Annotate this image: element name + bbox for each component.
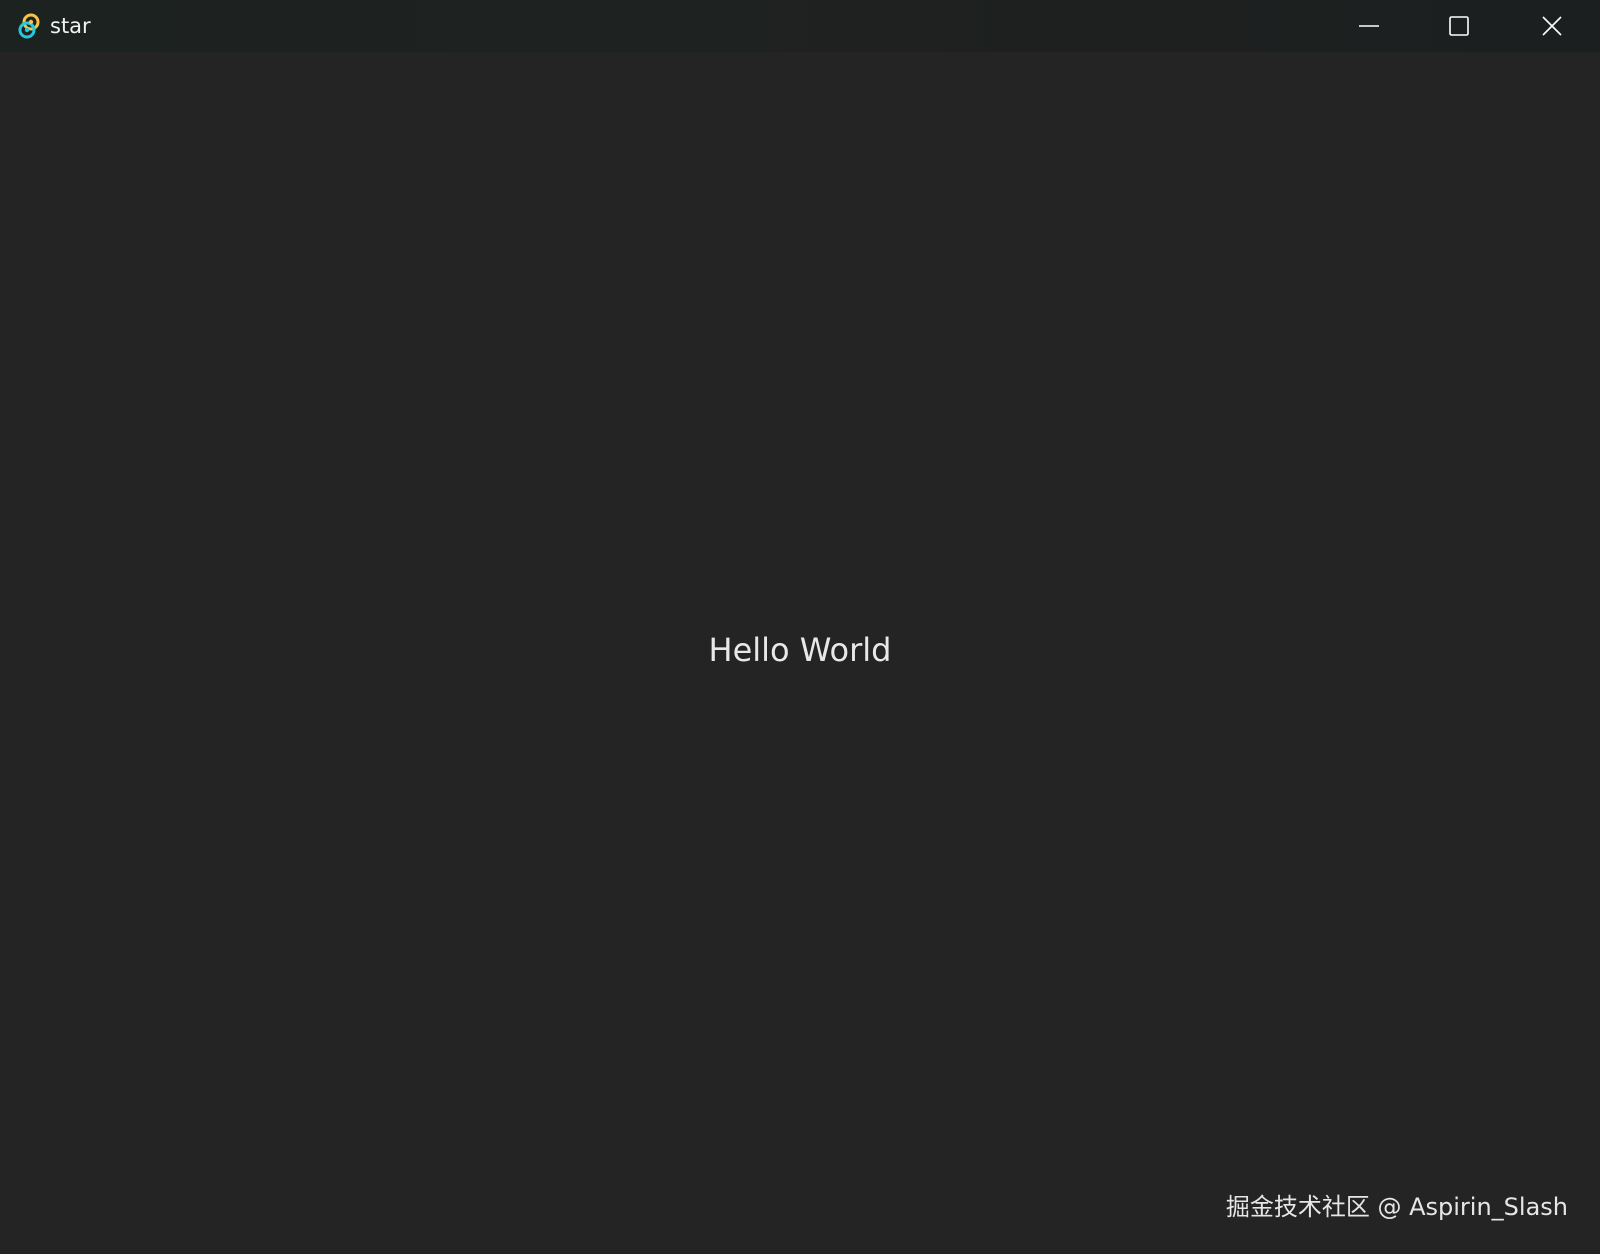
main-content: Hello World xyxy=(0,52,1600,1254)
maximize-button[interactable] xyxy=(1414,0,1504,52)
close-button[interactable] xyxy=(1507,0,1597,52)
maximize-icon xyxy=(1448,15,1470,37)
minimize-icon xyxy=(1358,15,1380,37)
title-bar[interactable]: star xyxy=(0,0,1600,52)
app-window: star Hello World 掘金技术社区 @ Aspirin_Slash xyxy=(0,0,1600,1254)
hello-world-text: Hello World xyxy=(708,631,892,669)
window-title: star xyxy=(50,14,91,38)
watermark: 掘金技术社区 @ Aspirin_Slash xyxy=(1225,1193,1568,1221)
close-icon xyxy=(1541,15,1563,37)
tauri-app-icon xyxy=(16,13,42,39)
minimize-button[interactable] xyxy=(1324,0,1414,52)
